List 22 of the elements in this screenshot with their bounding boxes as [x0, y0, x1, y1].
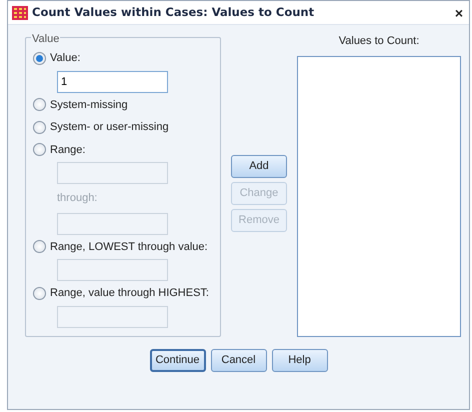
list-label: Values to Count:: [338, 34, 420, 49]
radio-option[interactable]: System- or user-missing: [33, 117, 214, 138]
close-button[interactable]: ×: [452, 6, 465, 20]
radio-icon[interactable]: [33, 143, 46, 156]
radio-option[interactable]: System-missing: [33, 94, 214, 115]
dialog-button[interactable]: Cancel: [210, 349, 266, 372]
radio-icon[interactable]: [33, 98, 46, 112]
window-title: Count Values within Cases: Values to Count: [32, 4, 316, 21]
list-action-button[interactable]: Add: [231, 154, 287, 178]
through-label: through:: [57, 191, 98, 206]
radio-icon[interactable]: [33, 120, 46, 134]
radio-option[interactable]: Value:: [33, 48, 214, 68]
radio-option[interactable]: Range:: [33, 140, 214, 160]
radio-icon[interactable]: [33, 52, 46, 65]
grid-app-icon: [12, 6, 28, 20]
radio-icon[interactable]: [33, 286, 46, 300]
input-field[interactable]: 1: [57, 70, 168, 92]
radio-icon[interactable]: [33, 240, 46, 254]
radio-option[interactable]: Range, value through HIGHEST:: [33, 283, 214, 304]
dialog-button[interactable]: Help: [272, 349, 328, 372]
dialog-button[interactable]: Continue: [150, 349, 206, 372]
radio-option[interactable]: Range, LOWEST through value:: [33, 236, 214, 257]
